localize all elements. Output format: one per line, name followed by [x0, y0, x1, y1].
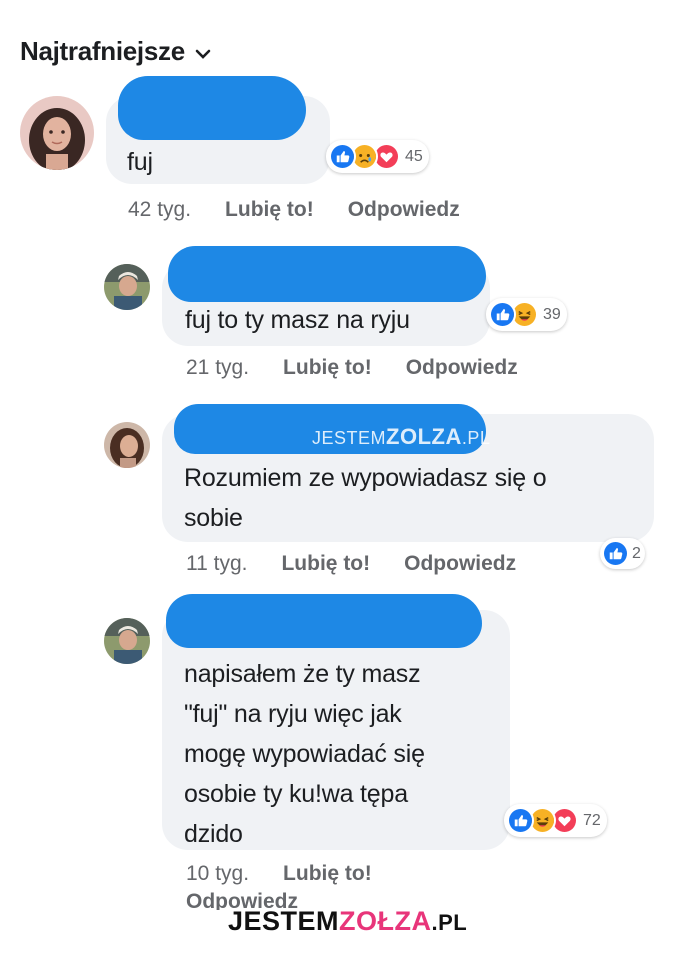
reaction-summary[interactable]: 2	[600, 538, 645, 569]
profile-photo	[104, 618, 150, 664]
reply-link[interactable]: Odpowiedz	[348, 198, 460, 222]
like-icon	[507, 807, 534, 834]
comment-meta: 11 tyg. Lubię to! Odpowiedz	[186, 552, 516, 576]
reaction-summary[interactable]: 45	[326, 140, 429, 173]
brand-watermark: JESTEM ZOŁZA .PL	[228, 906, 467, 937]
timestamp[interactable]: 21 tyg.	[186, 356, 249, 380]
comment-meta: 21 tyg. Lubię to! Odpowiedz	[186, 356, 518, 380]
redacted-author-name	[168, 246, 486, 302]
avatar[interactable]	[104, 264, 150, 310]
profile-photo	[104, 422, 150, 468]
comment-text: fuj	[127, 148, 153, 176]
timestamp[interactable]: 10 tyg.	[186, 862, 249, 886]
avatar[interactable]	[104, 618, 150, 664]
comment-text-line: "fuj" na ryju więc jak	[184, 700, 402, 728]
like-link[interactable]: Lubię to!	[283, 356, 372, 380]
comment-text-line: napisałem że ty masz	[184, 660, 421, 688]
like-link[interactable]: Lubię to!	[281, 552, 370, 576]
reaction-summary[interactable]: 72	[504, 804, 607, 837]
sort-dropdown[interactable]: Najtrafniejsze	[20, 36, 211, 67]
like-icon	[329, 143, 356, 170]
comment-meta: 42 tyg. Lubię to! Odpowiedz	[128, 198, 460, 222]
brand-prefix: JESTEM	[228, 906, 340, 936]
comment-text-line: dzido	[184, 820, 243, 848]
comment-text-line: osobie ty ku!wa tępa	[184, 780, 408, 808]
reaction-count: 72	[583, 811, 601, 829]
profile-photo	[20, 96, 94, 170]
timestamp[interactable]: 42 tyg.	[128, 198, 191, 222]
reply-link[interactable]: Odpowiedz	[406, 356, 518, 380]
avatar[interactable]	[20, 96, 94, 170]
sort-label: Najtrafniejsze	[20, 36, 185, 66]
redacted-author-name	[166, 594, 482, 648]
redacted-author-name	[118, 76, 306, 140]
avatar[interactable]	[104, 422, 150, 468]
comment-text-line: sobie	[184, 504, 243, 532]
like-link[interactable]: Lubię to!	[225, 198, 314, 222]
reply-link[interactable]: Odpowiedz	[404, 552, 516, 576]
comment-text-line: Rozumiem ze wypowiadasz się o	[184, 464, 547, 492]
reaction-count: 45	[405, 147, 423, 165]
comment-text-line: mogę wypowiadać się	[184, 740, 425, 768]
brand-suffix: .PL	[431, 910, 468, 935]
reaction-count: 2	[632, 544, 641, 562]
reaction-summary[interactable]: 39	[486, 298, 567, 331]
like-link[interactable]: Lubię to!	[283, 862, 372, 886]
comment-text: fuj to ty masz na ryju	[185, 306, 410, 334]
chevron-down-icon	[195, 49, 211, 59]
profile-photo	[104, 264, 150, 310]
brand-main: ZOŁZA	[339, 906, 432, 936]
like-icon	[602, 540, 629, 567]
watermark: JESTEMZOLZA.PL	[312, 424, 491, 449]
comment-meta: 10 tyg. Lubię to!	[186, 862, 372, 886]
timestamp[interactable]: 11 tyg.	[186, 552, 247, 576]
reaction-count: 39	[543, 305, 561, 323]
like-icon	[489, 301, 516, 328]
